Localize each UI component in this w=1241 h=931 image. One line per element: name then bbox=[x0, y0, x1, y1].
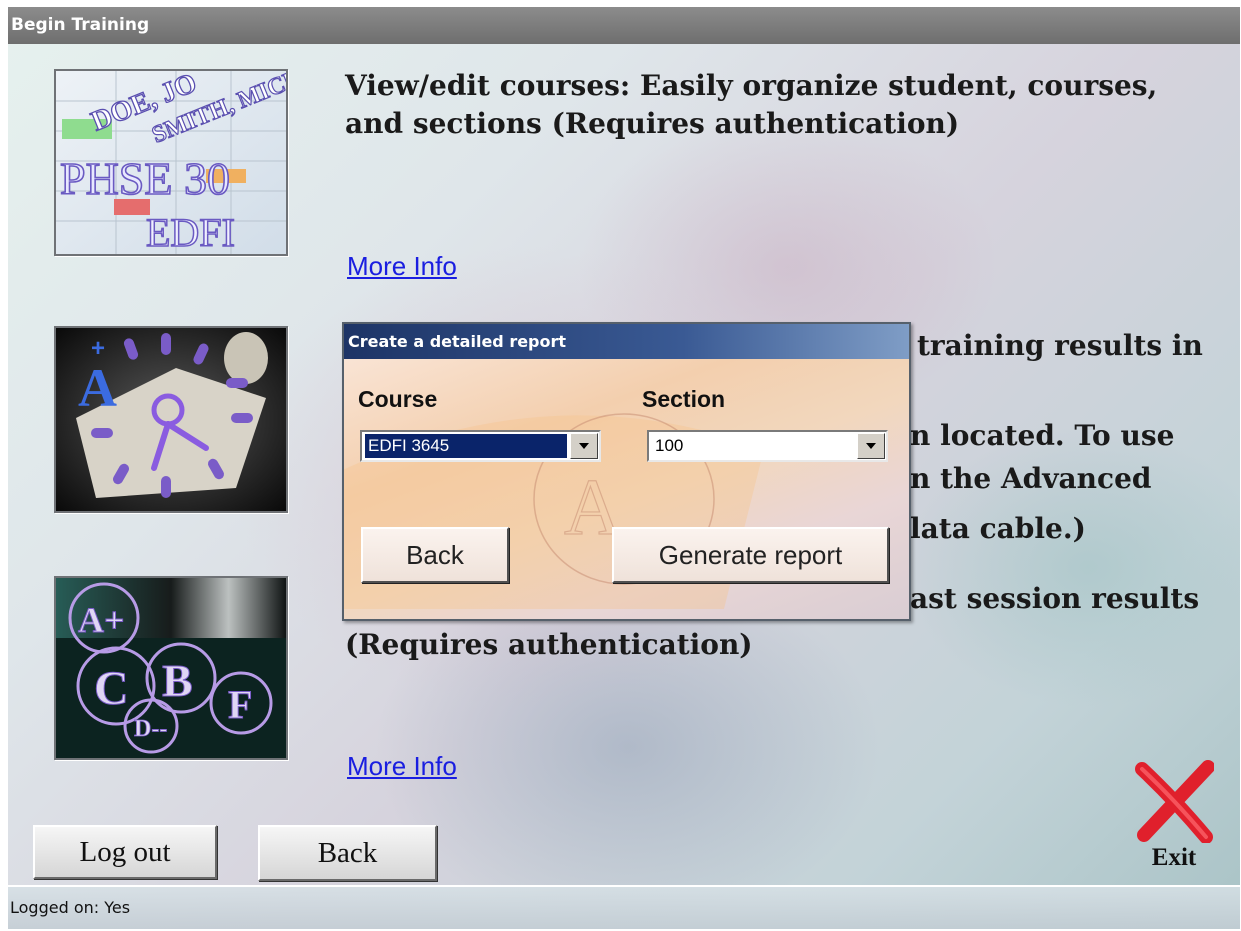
grades-thumbnail[interactable]: A+ C B D-- F bbox=[54, 576, 288, 760]
thumb3-grade-aplus: A+ bbox=[78, 600, 125, 640]
window-title-bar: Begin Training bbox=[8, 7, 1240, 44]
course-select[interactable]: EDFI 3645 bbox=[360, 430, 601, 462]
courses-thumbnail[interactable]: DOE, JO SMITH, MICH PHSE 30 EDFI bbox=[54, 69, 288, 256]
course-label: Course bbox=[358, 386, 438, 412]
report-dialog: A Create a detailed report Course Sectio… bbox=[342, 322, 911, 621]
course-select-value: EDFI 3645 bbox=[365, 434, 567, 458]
section-select-value: 100 bbox=[655, 436, 684, 455]
training-results-thumbnail[interactable]: A + bbox=[54, 326, 288, 513]
thumb1-line4: EDFI bbox=[146, 210, 235, 254]
grades-more-info-link[interactable]: More Info bbox=[347, 751, 457, 782]
grades-description-fragment: ast session results bbox=[910, 582, 1200, 615]
results-description-fragment-2: n located. To use bbox=[910, 419, 1175, 452]
thumb3-grade-c: C bbox=[94, 662, 129, 715]
generate-report-button[interactable]: Generate report bbox=[612, 527, 889, 583]
results-description-fragment-4: lata cable.) bbox=[910, 512, 1086, 545]
section-select[interactable]: 100 bbox=[647, 430, 888, 462]
dialog-title: Create a detailed report bbox=[348, 332, 567, 351]
thumb3-grade-f: F bbox=[228, 682, 252, 727]
status-bar: Logged on: Yes bbox=[8, 885, 1240, 929]
grades-description-line2: (Requires authentication) bbox=[345, 628, 753, 661]
courses-more-info-link[interactable]: More Info bbox=[347, 251, 457, 282]
back-button-label: Back bbox=[317, 836, 378, 869]
dialog-back-label: Back bbox=[406, 539, 464, 570]
thumb1-line3: PHSE 30 bbox=[60, 153, 230, 204]
dialog-title-bar: Create a detailed report bbox=[344, 324, 909, 359]
window-title: Begin Training bbox=[11, 15, 150, 35]
main-window: Begin Training DOE, JO SMITH, MICH PHSE … bbox=[8, 7, 1240, 929]
thumb2-grade-mark: A bbox=[78, 358, 117, 418]
courses-description: View/edit courses: Easily organize stude… bbox=[345, 69, 1158, 140]
svg-text:+: + bbox=[91, 335, 105, 362]
chevron-down-icon bbox=[866, 443, 876, 449]
generate-report-label: Generate report bbox=[658, 539, 843, 570]
logout-button-label: Log out bbox=[79, 835, 171, 868]
course-dropdown-arrow[interactable] bbox=[570, 433, 598, 459]
thumb3-grade-d: D-- bbox=[134, 716, 167, 742]
section-dropdown-arrow[interactable] bbox=[857, 433, 885, 459]
results-description-fragment-3: n the Advanced bbox=[910, 462, 1152, 495]
back-button[interactable]: Back bbox=[258, 825, 437, 881]
close-x-icon bbox=[1135, 760, 1215, 844]
logout-button[interactable]: Log out bbox=[33, 825, 217, 879]
exit-label: Exit bbox=[1151, 844, 1197, 871]
thumb3-grade-b: B bbox=[162, 655, 193, 706]
results-description-fragment-1: training results in bbox=[917, 329, 1203, 362]
section-label: Section bbox=[642, 386, 726, 412]
chevron-down-icon bbox=[579, 443, 589, 449]
login-status: Logged on: Yes bbox=[10, 898, 131, 917]
exit-button[interactable]: Exit bbox=[1134, 759, 1215, 879]
dialog-back-button[interactable]: Back bbox=[361, 527, 509, 583]
